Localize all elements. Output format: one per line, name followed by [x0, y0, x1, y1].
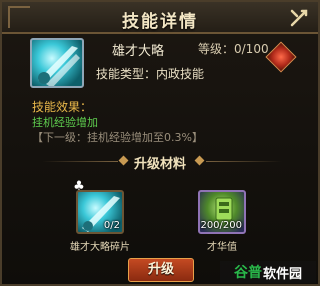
- skill-detail-panel: 技能详情 雄才大略 等级：0/100 技能类型：内政技能 技能效果： 挂机经验增…: [0, 0, 320, 286]
- material-slot-talent[interactable]: 200/200: [198, 190, 246, 234]
- skill-name: 雄才大略: [112, 44, 165, 59]
- materials-heading: 升级材料: [133, 157, 186, 172]
- effect-next-level: 【下一级：挂机经验增加至0.3%】: [32, 131, 203, 144]
- effect-description: 挂机经验增加: [32, 116, 98, 129]
- close-button[interactable]: [286, 5, 312, 31]
- material-count: 0/2: [103, 220, 120, 231]
- material-name: 才华值: [207, 242, 237, 253]
- watermark-logo: 谷普 软件园: [220, 261, 316, 283]
- skill-level: 等级：0/100: [198, 42, 269, 56]
- material-name: 雄才大略碎片: [70, 242, 130, 253]
- material-count: 200/200: [200, 220, 242, 231]
- divider-right: [206, 161, 282, 162]
- watermark-brand-green: 谷普: [233, 265, 262, 281]
- close-icon: [290, 9, 308, 27]
- upgrade-arrow-icon[interactable]: [265, 41, 297, 73]
- effect-heading: 技能效果：: [32, 100, 93, 114]
- window-title: 技能详情: [122, 12, 198, 32]
- skill-icon: [30, 38, 84, 88]
- upgrade-button[interactable]: 升级: [128, 258, 194, 282]
- title-bar: 技能详情: [2, 2, 318, 34]
- watermark-brand-white: 软件园: [262, 266, 302, 282]
- material-slot-fragment[interactable]: 0/2: [76, 190, 124, 234]
- skill-type: 技能类型：内政技能: [96, 67, 205, 81]
- sword-slash-icon: [38, 46, 80, 86]
